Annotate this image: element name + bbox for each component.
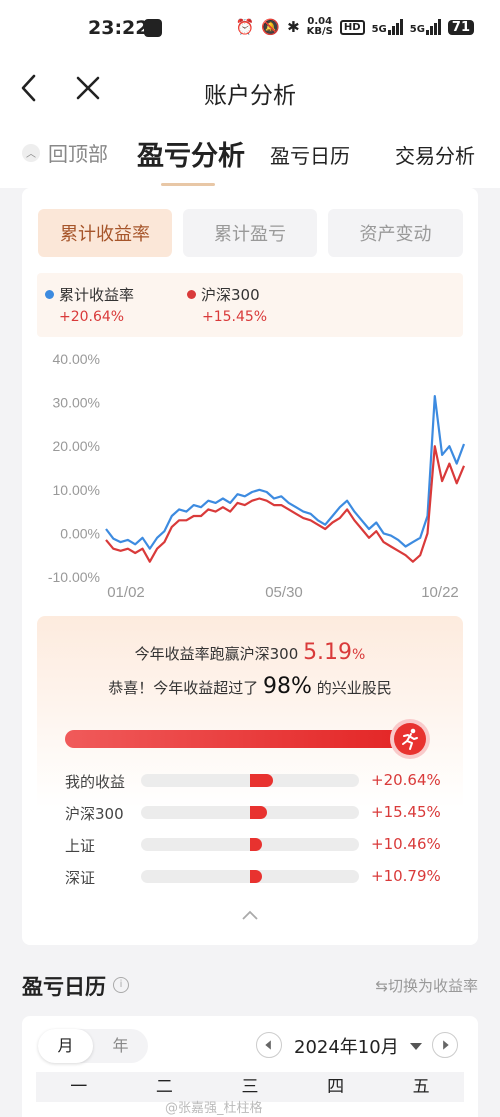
chevron-up-icon: ︿ <box>22 143 40 162</box>
rank-progress-bar <box>65 730 410 748</box>
info-icon[interactable]: i <box>113 977 129 993</box>
comparison-bar <box>250 774 273 787</box>
back-to-top-label: 回顶部 <box>48 142 108 166</box>
legend-dot-blue <box>45 290 54 299</box>
app-notification-icon <box>144 19 162 37</box>
rank-text: 恭喜！今年收益超过了 98% 的兴业股民 <box>108 674 392 699</box>
calendar-title: 盈亏日历 <box>22 975 106 999</box>
x-tick-label: 10/22 <box>421 584 459 601</box>
weekday-mon: 一 <box>70 1077 88 1097</box>
y-tick-label: 10.00% <box>53 482 100 498</box>
comparison-value: +15.45% <box>371 803 441 821</box>
chevron-down-icon[interactable] <box>410 1043 422 1050</box>
switch-to-return-button[interactable]: ⇆切换为收益率 <box>375 975 478 996</box>
nav-bar: 账户分析 <box>0 56 500 122</box>
segment-asset-change[interactable]: 资产变动 <box>328 209 463 257</box>
comparison-label: 沪深300 <box>65 805 124 823</box>
series-line-return <box>105 394 466 550</box>
segment-cumulative-return[interactable]: 累计收益率 <box>38 209 172 257</box>
tab-profit-calendar[interactable]: 盈亏日历 <box>270 140 350 169</box>
comparison-bar <box>250 870 262 883</box>
comparison-value: +10.79% <box>371 867 441 885</box>
runner-icon <box>394 723 426 755</box>
comparison-track <box>141 870 359 883</box>
profit-analysis-card: 累计收益率 累计盈亏 资产变动 累计收益率 +20.64% 沪深300 +15.… <box>22 188 478 945</box>
back-to-top-button[interactable]: ︿ 回顶部 <box>22 138 108 167</box>
comparison-bar <box>250 838 262 851</box>
comparison-value: +20.64% <box>371 771 441 789</box>
chart-legend: 累计收益率 +20.64% 沪深300 +15.45% <box>37 273 463 337</box>
prev-month-button[interactable] <box>256 1032 282 1058</box>
outperform-text: 今年收益率跑赢沪深300 5.19% <box>134 640 366 665</box>
watermark: @张嘉强_杜柱格 <box>165 1101 263 1116</box>
tab-trade-analysis[interactable]: 交易分析 <box>395 140 475 169</box>
status-bar: 23:22 ⏰ 🔕 ✱ 0.04 KB/S HD 5G 5G 71 <box>0 0 500 56</box>
legend-value-hs300: +15.45% <box>202 309 268 325</box>
legend-value-return: +20.64% <box>59 309 125 325</box>
hd-icon: HD <box>339 19 365 35</box>
section-tabs: ︿ 回顶部 盈亏分析 盈亏日历 交易分析 <box>0 122 500 188</box>
bluetooth-icon: ✱ <box>287 18 300 36</box>
legend-dot-red <box>187 290 196 299</box>
legend-item-hs300: 沪深300 <box>187 284 260 305</box>
weekday-thu: 四 <box>327 1077 345 1097</box>
y-tick-label: -10.00% <box>48 569 100 585</box>
y-tick-label: 20.00% <box>53 438 100 454</box>
y-tick-label: 30.00% <box>53 395 100 411</box>
next-month-button[interactable] <box>432 1032 458 1058</box>
status-icons: ⏰ 🔕 ✱ 0.04 KB/S HD 5G 5G 71 <box>236 17 474 37</box>
comparison-label: 我的收益 <box>65 773 126 791</box>
toggle-month[interactable]: 月 <box>38 1029 93 1063</box>
mute-icon: 🔕 <box>261 18 281 36</box>
signal-5g-icon: 5G <box>372 19 403 35</box>
alarm-icon: ⏰ <box>235 18 255 36</box>
page-title: 账户分析 <box>204 82 296 108</box>
comparison-value: +10.46% <box>371 835 441 853</box>
comparison-track <box>141 838 359 851</box>
signal-5g-icon-2: 5G <box>410 19 441 35</box>
toggle-year[interactable]: 年 <box>93 1029 148 1063</box>
return-line-chart: 40.00% 30.00% 20.00% 10.00% 0.00% -10.00% 01/0… <box>48 351 466 601</box>
y-tick-label: 0.00% <box>60 525 100 541</box>
performance-summary: 今年收益率跑赢沪深300 5.19% 恭喜！今年收益超过了 98% 的兴业股民 … <box>37 616 463 936</box>
y-tick-label: 40.00% <box>53 351 100 367</box>
weekday-fri: 五 <box>412 1077 430 1097</box>
status-time: 23:22 <box>88 17 149 39</box>
segment-cumulative-profit[interactable]: 累计盈亏 <box>183 209 317 257</box>
comparison-row: 深证 +10.79% <box>65 867 445 887</box>
comparison-track <box>141 774 359 787</box>
month-year-toggle: 月 年 <box>38 1029 148 1063</box>
comparison-bar <box>250 806 267 819</box>
legend-item-return: 累计收益率 <box>45 284 134 305</box>
comparison-label: 上证 <box>65 837 96 855</box>
tab-profit-analysis[interactable]: 盈亏分析 <box>137 134 245 173</box>
x-tick-label: 01/02 <box>107 584 145 601</box>
x-tick-label: 05/30 <box>265 584 303 601</box>
comparison-row: 沪深300 +15.45% <box>65 803 445 823</box>
comparison-track <box>141 806 359 819</box>
rank-value: 98% <box>263 674 312 699</box>
comparison-row: 上证 +10.46% <box>65 835 445 855</box>
collapse-chevron-icon[interactable] <box>240 909 260 921</box>
outperform-value: 5.19 <box>303 640 353 665</box>
battery-icon: 71 <box>447 19 474 35</box>
active-tab-indicator <box>161 183 215 186</box>
comparison-row: 我的收益 +20.64% <box>65 771 445 791</box>
comparison-label: 深证 <box>65 869 96 887</box>
month-selector[interactable]: 2024年10月 <box>294 1033 399 1059</box>
network-speed: 0.04 KB/S <box>306 16 333 37</box>
